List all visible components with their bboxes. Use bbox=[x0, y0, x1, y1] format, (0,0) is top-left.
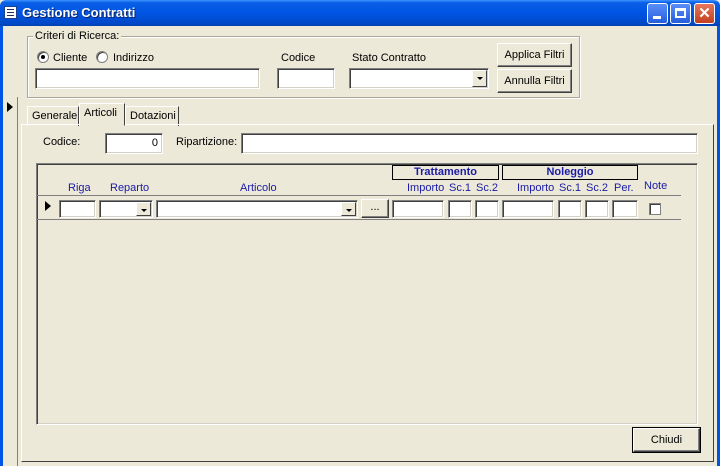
indirizzo-radio[interactable] bbox=[96, 51, 108, 63]
col-riga: Riga bbox=[68, 182, 91, 194]
reparto-select[interactable] bbox=[99, 200, 153, 218]
col-noleggio-sc2: Sc.2 bbox=[586, 182, 609, 194]
reparto-dropdown-icon[interactable] bbox=[136, 202, 151, 216]
ripartizione-input[interactable] bbox=[241, 133, 698, 154]
cliente-radio[interactable] bbox=[37, 51, 49, 63]
window-title: Gestione Contratti bbox=[22, 5, 136, 20]
annulla-filtri-button[interactable]: Annulla Filtri bbox=[497, 69, 572, 93]
title-bar: Gestione Contratti ✕ bbox=[0, 0, 720, 26]
form-icon bbox=[4, 6, 17, 19]
col-note: Note bbox=[644, 180, 668, 192]
noleggio-per-field[interactable] bbox=[612, 200, 638, 218]
noleggio-sc2-field[interactable] bbox=[585, 200, 609, 218]
close-icon: ✕ bbox=[698, 5, 711, 22]
chiudi-button[interactable]: Chiudi bbox=[632, 427, 701, 453]
codice-filter-input[interactable] bbox=[277, 68, 335, 89]
tab-dotazioni[interactable]: Dotazioni bbox=[125, 106, 179, 126]
trattamento-importo-field[interactable] bbox=[392, 200, 444, 218]
maximize-button[interactable] bbox=[670, 3, 691, 24]
ripartizione-label: Ripartizione: bbox=[176, 136, 238, 148]
col-noleggio-per: Per. bbox=[614, 182, 634, 194]
articolo-select[interactable] bbox=[156, 200, 358, 218]
codice-filter-label: Codice bbox=[281, 52, 316, 64]
note-checkbox[interactable] bbox=[649, 203, 661, 215]
col-noleggio-sc1: Sc.1 bbox=[559, 182, 582, 194]
trattamento-group-label: Trattamento bbox=[414, 166, 477, 178]
col-reparto: Reparto bbox=[110, 182, 150, 194]
minimize-icon bbox=[653, 16, 661, 19]
col-articolo: Articolo bbox=[240, 182, 277, 194]
minimize-button[interactable] bbox=[647, 3, 668, 24]
riga-field[interactable] bbox=[59, 200, 96, 218]
codice-input[interactable]: 0 bbox=[105, 133, 163, 154]
stato-contratto-dropdown-icon[interactable] bbox=[472, 70, 487, 87]
noleggio-group-label: Noleggio bbox=[546, 166, 594, 178]
criteria-legend: Criteri di Ricerca: bbox=[33, 30, 122, 42]
tab-articoli[interactable]: Articoli bbox=[79, 103, 125, 126]
search-text-input[interactable] bbox=[35, 68, 260, 89]
record-selector-strip bbox=[3, 97, 18, 466]
indirizzo-radio-label: Indirizzo bbox=[113, 52, 154, 64]
trattamento-group-header: Trattamento bbox=[392, 165, 499, 180]
col-noleggio-importo: Importo bbox=[517, 182, 555, 194]
trattamento-sc2-field[interactable] bbox=[475, 200, 499, 218]
record-selector-icon[interactable] bbox=[7, 102, 13, 112]
tab-generale[interactable]: Generale bbox=[27, 106, 79, 126]
noleggio-group-header: Noleggio bbox=[502, 165, 638, 180]
maximize-icon bbox=[675, 8, 686, 18]
col-trattamento-sc2: Sc.2 bbox=[476, 182, 499, 194]
header-separator bbox=[37, 195, 681, 196]
articolo-ellipsis-button[interactable]: ... bbox=[361, 199, 389, 218]
col-trattamento-importo: Importo bbox=[407, 182, 445, 194]
codice-label: Codice: bbox=[43, 136, 81, 148]
row-selector-icon[interactable] bbox=[45, 201, 51, 211]
noleggio-sc1-field[interactable] bbox=[558, 200, 582, 218]
trattamento-sc1-field[interactable] bbox=[448, 200, 472, 218]
articolo-dropdown-icon[interactable] bbox=[341, 202, 356, 216]
stato-contratto-select[interactable] bbox=[349, 68, 489, 89]
cliente-radio-label: Cliente bbox=[53, 52, 88, 64]
noleggio-importo-field[interactable] bbox=[502, 200, 554, 218]
stato-contratto-label: Stato Contratto bbox=[352, 52, 426, 64]
col-trattamento-sc1: Sc.1 bbox=[449, 182, 472, 194]
close-button[interactable]: ✕ bbox=[694, 3, 715, 24]
applica-filtri-button[interactable]: Applica Filtri bbox=[497, 43, 572, 67]
row-separator bbox=[37, 219, 681, 220]
